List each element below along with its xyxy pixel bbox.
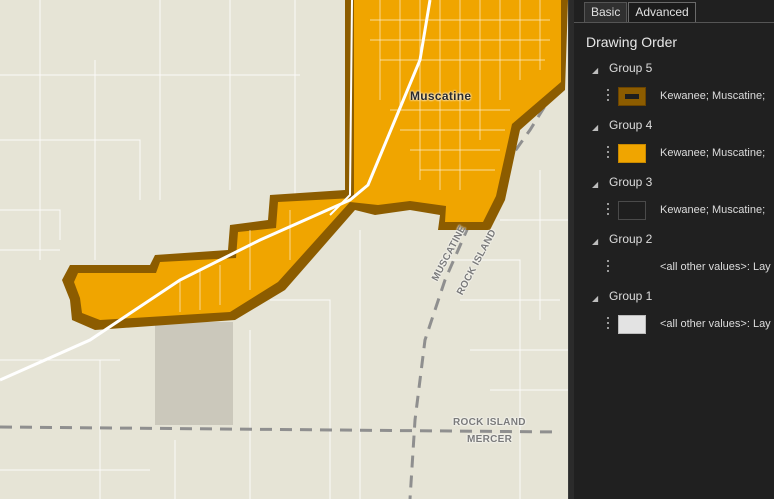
boundary-label: MERCER (467, 434, 513, 445)
group-label: Group 1 (609, 289, 653, 303)
drawing-order-heading: Drawing Order (586, 34, 678, 50)
expand-triangle-icon[interactable]: ◢ (592, 180, 598, 189)
symbol-row[interactable]: <all other values>: Lay (574, 256, 774, 280)
symbol-label: Kewanee; Muscatine; (660, 204, 766, 216)
tab-advanced[interactable]: Advanced (628, 2, 696, 22)
map-view[interactable]: Muscatine MUSCATINE ROCK ISLAND ROCK ISL… (0, 0, 568, 499)
expand-triangle-icon[interactable]: ◢ (592, 66, 598, 75)
symbol-swatch[interactable] (618, 144, 646, 163)
group-label: Group 5 (609, 61, 653, 75)
expand-triangle-icon[interactable]: ◢ (592, 123, 598, 132)
tab-bar: Basic Advanced (584, 2, 697, 22)
group-label: Group 4 (609, 118, 653, 132)
group-row-3[interactable]: ◢ Group 3 (574, 175, 774, 193)
drag-handle-icon[interactable] (607, 89, 610, 105)
group-row-1[interactable]: ◢ Group 1 (574, 289, 774, 307)
symbol-label: Kewanee; Muscatine; (660, 90, 766, 102)
group-label: Group 3 (609, 175, 653, 189)
group-row-5[interactable]: ◢ Group 5 (574, 61, 774, 79)
expand-triangle-icon[interactable]: ◢ (592, 237, 598, 246)
symbol-swatch[interactable] (618, 87, 646, 106)
symbol-swatch[interactable] (618, 315, 646, 334)
drag-handle-icon[interactable] (607, 317, 610, 333)
symbol-row[interactable]: Kewanee; Muscatine; (574, 85, 774, 109)
group-label: Group 2 (609, 232, 653, 246)
expand-triangle-icon[interactable]: ◢ (592, 294, 598, 303)
symbol-label: <all other values>: Lay (660, 261, 771, 273)
group-row-4[interactable]: ◢ Group 4 (574, 118, 774, 136)
symbol-label: Kewanee; Muscatine; (660, 147, 766, 159)
symbol-swatch[interactable] (618, 201, 646, 220)
symbology-panel: Basic Advanced Drawing Order ◢ Group 5 K… (574, 0, 774, 499)
symbol-row[interactable]: Kewanee; Muscatine; (574, 199, 774, 223)
tab-underline (574, 22, 774, 23)
drag-handle-icon[interactable] (607, 203, 610, 219)
industrial-area (155, 322, 233, 425)
boundary-label: ROCK ISLAND (453, 417, 526, 428)
symbol-label: <all other values>: Lay (660, 318, 771, 330)
group-row-2[interactable]: ◢ Group 2 (574, 232, 774, 250)
drag-handle-icon[interactable] (607, 260, 610, 276)
city-label: Muscatine (410, 89, 472, 103)
symbol-row[interactable]: Kewanee; Muscatine; (574, 142, 774, 166)
tab-basic[interactable]: Basic (584, 2, 628, 22)
symbol-row[interactable]: <all other values>: Lay (574, 313, 774, 337)
drag-handle-icon[interactable] (607, 146, 610, 162)
